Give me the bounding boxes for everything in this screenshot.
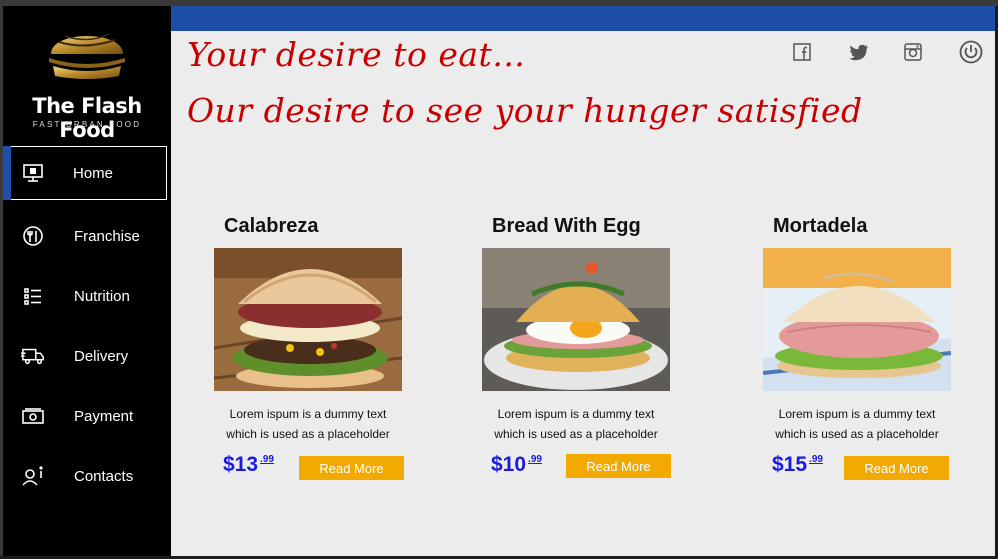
sidebar-item-home[interactable]: Home [3, 146, 167, 200]
price-cents: .99 [528, 454, 542, 465]
sidebar-item-label: Nutrition [74, 287, 130, 305]
facebook-icon[interactable] [791, 41, 813, 63]
product-title: Calabreza [224, 215, 319, 237]
description-line: Lorem ispum is a dummy text [497, 407, 655, 421]
product-title: Bread With Egg [492, 215, 641, 237]
brand-tagline: FAST URBAN FOOD [32, 120, 142, 129]
sidebar-item-nutrition[interactable]: Nutrition [3, 266, 171, 326]
power-icon[interactable] [958, 39, 984, 65]
price-dollars: $13 [223, 453, 259, 476]
money-icon [21, 404, 45, 428]
product-title: Mortadela [773, 215, 868, 237]
description-line: Lorem ispum is a dummy text [229, 407, 387, 421]
sidebar-item-label: Delivery [74, 347, 129, 365]
price-dollars: $10 [491, 453, 527, 476]
truck-icon [21, 344, 45, 368]
twitter-icon[interactable] [848, 41, 870, 63]
product-description: Lorem ispum is a dummy text which is use… [482, 404, 670, 444]
sidebar-item-label: Contacts [74, 467, 134, 485]
brand-name: The Flash Food [32, 94, 142, 142]
sidebar-nav: Home Franchise Nutrition Delivery Paymen… [3, 146, 171, 506]
product-price: $15.99 [772, 453, 823, 477]
product-image[interactable] [214, 248, 402, 391]
description-line: which is used as a placeholder [775, 427, 939, 441]
sidebar-item-delivery[interactable]: Delivery [3, 326, 171, 386]
description-line: which is used as a placeholder [226, 427, 390, 441]
read-more-button[interactable]: Read More [566, 454, 671, 478]
sidebar-item-franchise[interactable]: Franchise [3, 206, 171, 266]
dining-icon [21, 224, 45, 248]
burger-logo-icon [49, 33, 125, 79]
sidebar-item-label: Home [73, 164, 114, 182]
sidebar-item-label: Payment [74, 407, 134, 425]
main-content: Your desire to eat... Our desire to see … [171, 31, 998, 556]
sidebar: The Flash Food FAST URBAN FOOD Home Fran… [3, 6, 171, 556]
sidebar-item-label: Franchise [74, 227, 140, 245]
sidebar-item-contacts[interactable]: Contacts [3, 446, 171, 506]
list-icon [21, 284, 45, 308]
headline-line-1: Your desire to eat... [187, 35, 526, 74]
sidebar-item-payment[interactable]: Payment [3, 386, 171, 446]
product-price: $10.99 [491, 453, 542, 477]
read-more-button[interactable]: Read More [844, 456, 949, 480]
contact-icon [21, 464, 45, 488]
product-image[interactable] [482, 248, 670, 391]
description-line: which is used as a placeholder [494, 427, 658, 441]
read-more-button[interactable]: Read More [299, 456, 404, 480]
top-accent-bar [171, 6, 998, 31]
product-description: Lorem ispum is a dummy text which is use… [763, 404, 951, 444]
description-line: Lorem ispum is a dummy text [778, 407, 936, 421]
price-cents: .99 [260, 454, 274, 465]
price-dollars: $15 [772, 453, 808, 476]
instagram-icon[interactable] [902, 41, 924, 63]
monitor-icon [21, 161, 45, 185]
product-image[interactable] [763, 248, 951, 391]
headline-line-2: Our desire to see your hunger satisfied [187, 91, 863, 130]
product-description: Lorem ispum is a dummy text which is use… [214, 404, 402, 444]
logo[interactable]: The Flash Food FAST URBAN FOOD [3, 12, 171, 142]
product-price: $13.99 [223, 453, 274, 477]
price-cents: .99 [809, 454, 823, 465]
